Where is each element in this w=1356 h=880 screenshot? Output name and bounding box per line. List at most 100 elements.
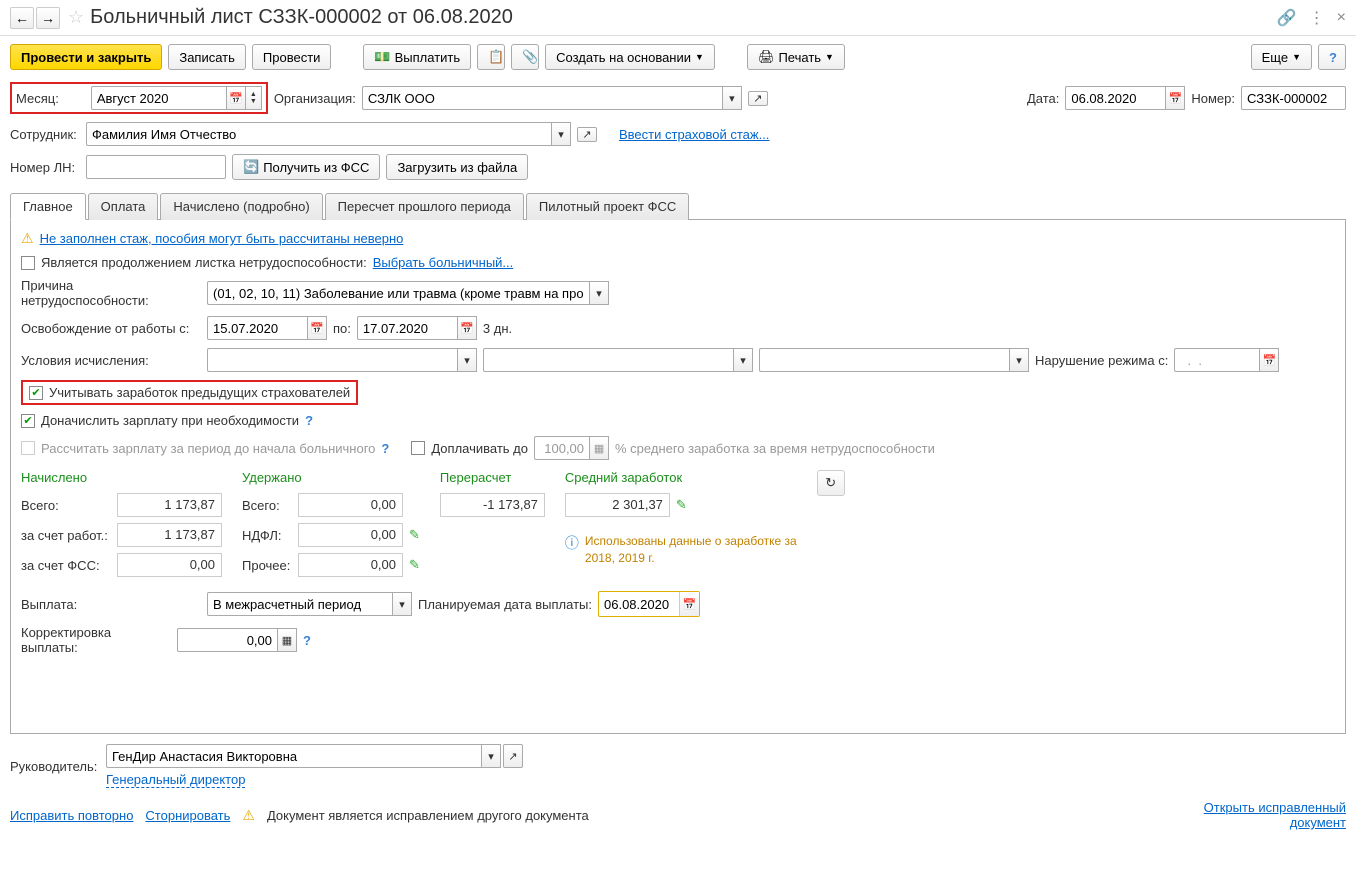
- back-button[interactable]: ←: [10, 7, 34, 29]
- warning-icon: ⚠: [242, 807, 255, 824]
- employee-input[interactable]: [86, 122, 551, 146]
- edit-icon[interactable]: ✎: [676, 497, 687, 513]
- calendar-icon[interactable]: 📅: [1259, 348, 1279, 372]
- date-input[interactable]: [1065, 86, 1165, 110]
- dropdown-icon[interactable]: ▾: [481, 744, 501, 768]
- forward-button[interactable]: →: [36, 7, 60, 29]
- calc-before-checkbox: [21, 441, 35, 455]
- tab-pilot[interactable]: Пилотный проект ФСС: [526, 193, 689, 220]
- structure-button[interactable]: 📋: [477, 44, 505, 70]
- accrued-employer: 1 173,87: [117, 523, 222, 547]
- help-button[interactable]: ?: [1318, 44, 1346, 70]
- cond3-input[interactable]: [759, 348, 1009, 372]
- help-icon[interactable]: ?: [381, 441, 389, 456]
- open-icon[interactable]: ↗: [577, 127, 597, 142]
- manager-position-link[interactable]: Генеральный директор: [106, 772, 245, 788]
- calendar-icon[interactable]: 📅: [679, 592, 699, 616]
- calendar-icon[interactable]: 📅: [457, 316, 477, 340]
- doc-info: Документ является исправлением другого д…: [267, 808, 589, 823]
- open-icon[interactable]: ↗: [503, 744, 523, 768]
- dropdown-icon[interactable]: ▾: [722, 86, 742, 110]
- add-salary-checkbox[interactable]: [21, 414, 35, 428]
- dropdown-icon[interactable]: ▾: [1009, 348, 1029, 372]
- dropdown-icon[interactable]: ▾: [589, 281, 609, 305]
- cond2-input[interactable]: [483, 348, 733, 372]
- close-icon[interactable]: ×: [1337, 9, 1346, 27]
- pay-up-checkbox[interactable]: [411, 441, 425, 455]
- more-button[interactable]: Еще ▼: [1251, 44, 1312, 70]
- edit-icon[interactable]: ✎: [409, 557, 420, 573]
- calendar-icon[interactable]: 📅: [226, 86, 246, 110]
- load-file-button[interactable]: Загрузить из файла: [386, 154, 528, 180]
- ln-input[interactable]: [86, 155, 226, 179]
- days-label: 3 дн.: [483, 321, 512, 336]
- page-title: Больничный лист СЗЗК-000002 от 06.08.202…: [90, 6, 1277, 29]
- kebab-icon[interactable]: ⋮: [1309, 8, 1325, 28]
- leave-from-input[interactable]: [207, 316, 307, 340]
- calc-icon: ▦: [589, 436, 609, 460]
- org-input[interactable]: [362, 86, 722, 110]
- favorite-icon[interactable]: ☆: [68, 7, 84, 28]
- get-fss-button[interactable]: 🔄 Получить из ФСС: [232, 154, 380, 180]
- select-sick-link[interactable]: Выбрать больничный...: [373, 255, 514, 270]
- help-icon[interactable]: ?: [305, 413, 313, 428]
- fix-again-link[interactable]: Исправить повторно: [10, 808, 133, 823]
- other: 0,00: [298, 553, 403, 577]
- planned-date-input[interactable]: [599, 592, 679, 616]
- print-button[interactable]: 🖨 Печать ▼: [747, 44, 845, 70]
- tab-payment[interactable]: Оплата: [88, 193, 159, 220]
- help-icon[interactable]: ?: [303, 633, 311, 648]
- pay-button[interactable]: 💵Выплатить: [363, 44, 471, 70]
- tab-accrued[interactable]: Начислено (подробно): [160, 193, 322, 220]
- post-button[interactable]: Провести: [252, 44, 332, 70]
- calendar-icon[interactable]: 📅: [307, 316, 327, 340]
- dropdown-icon[interactable]: ▾: [551, 122, 571, 146]
- dropdown-icon[interactable]: ▾: [392, 592, 412, 616]
- manager-input[interactable]: [106, 744, 481, 768]
- continuation-label: Является продолжением листка нетрудоспос…: [41, 255, 367, 270]
- dropdown-icon[interactable]: ▾: [457, 348, 477, 372]
- payment-label: Выплата:: [21, 597, 201, 612]
- calc-before-label: Рассчитать зарплату за период до начала …: [41, 441, 375, 456]
- add-salary-label: Доначислить зарплату при необходимости: [41, 413, 299, 428]
- open-icon[interactable]: ↗: [748, 91, 768, 106]
- month-input[interactable]: [91, 86, 226, 110]
- spinner-icon[interactable]: ▲▼: [246, 86, 262, 110]
- ln-label: Номер ЛН:: [10, 160, 80, 175]
- number-label: Номер:: [1191, 91, 1235, 106]
- leave-to-input[interactable]: [357, 316, 457, 340]
- violation-input[interactable]: [1174, 348, 1259, 372]
- reason-input[interactable]: [207, 281, 589, 305]
- save-button[interactable]: Записать: [168, 44, 246, 70]
- prev-insurers-checkbox[interactable]: [29, 386, 43, 400]
- dropdown-icon[interactable]: ▾: [733, 348, 753, 372]
- post-close-button[interactable]: Провести и закрыть: [10, 44, 162, 70]
- calendar-icon[interactable]: 📅: [1165, 86, 1185, 110]
- avg-header: Средний заработок: [565, 470, 797, 485]
- refresh-button[interactable]: ↻: [817, 470, 845, 496]
- open-corrected-link-1[interactable]: Открыть исправленный: [1204, 800, 1346, 815]
- accrued-total: 1 173,87: [117, 493, 222, 517]
- insurance-link[interactable]: Ввести страховой стаж...: [619, 127, 769, 142]
- warning-link[interactable]: Не заполнен стаж, пособия могут быть рас…: [40, 231, 404, 246]
- edit-icon[interactable]: ✎: [409, 527, 420, 543]
- cond1-input[interactable]: [207, 348, 457, 372]
- correction-input[interactable]: [177, 628, 277, 652]
- continuation-checkbox[interactable]: [21, 256, 35, 270]
- attach-button[interactable]: 📎: [511, 44, 539, 70]
- warning-icon: ⚠: [21, 230, 34, 247]
- payment-input[interactable]: [207, 592, 392, 616]
- cancel-link[interactable]: Сторнировать: [145, 808, 230, 823]
- employee-label: Сотрудник:: [10, 127, 80, 142]
- link-icon[interactable]: 🔗: [1277, 8, 1297, 28]
- planned-label: Планируемая дата выплаты:: [418, 597, 592, 612]
- avg-val: 2 301,37: [565, 493, 670, 517]
- info-text-2: 2018, 2019 г.: [585, 550, 797, 567]
- create-based-button[interactable]: Создать на основании ▼: [545, 44, 715, 70]
- tab-main[interactable]: Главное: [10, 193, 86, 220]
- number-input[interactable]: [1241, 86, 1346, 110]
- open-corrected-link-2[interactable]: документ: [1204, 815, 1346, 830]
- reason-label: Причина нетрудоспособности:: [21, 278, 201, 308]
- calc-icon[interactable]: ▦: [277, 628, 297, 652]
- tab-recalc[interactable]: Пересчет прошлого периода: [325, 193, 524, 220]
